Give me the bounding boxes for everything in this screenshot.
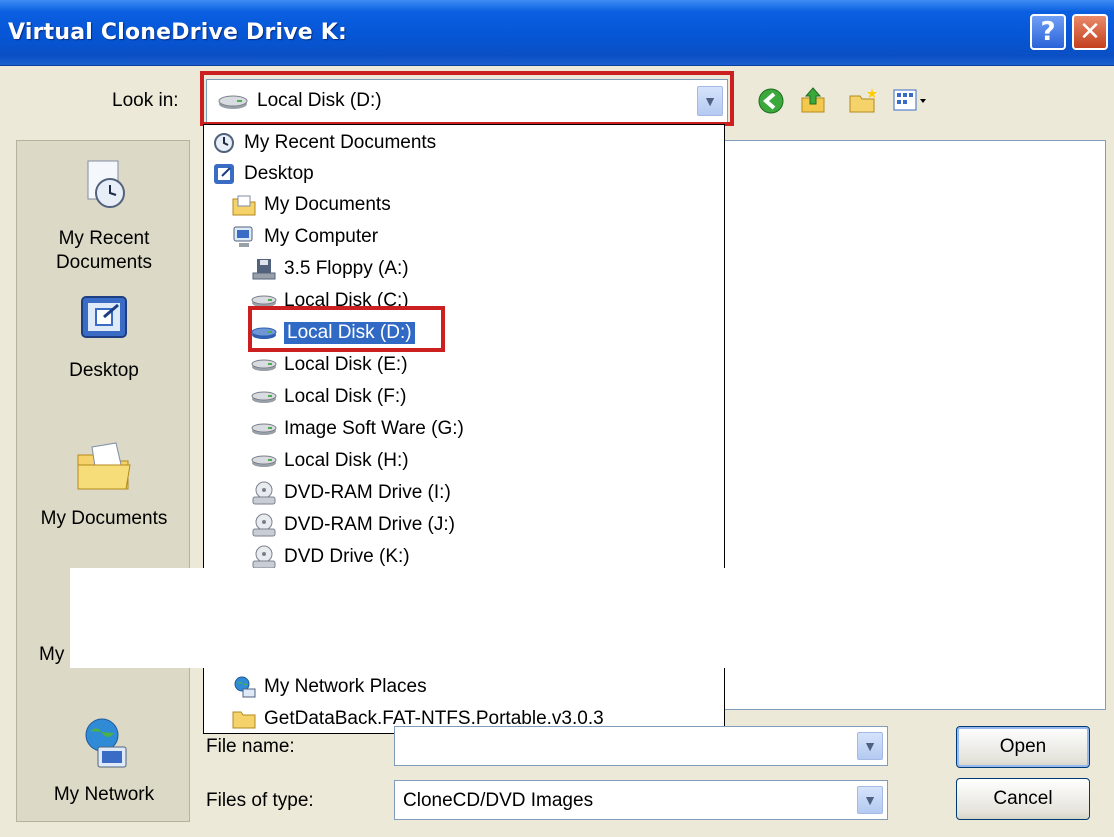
dropdown-item-label: My Computer [264, 226, 379, 247]
dropdown-item-label: My Network Places [264, 676, 427, 697]
dropdown-item-disk-h[interactable]: Local Disk (H:) [250, 445, 409, 477]
dropdown-item-dvd-ram-i[interactable]: DVD-RAM Drive (I:) [250, 477, 451, 509]
recent-documents-icon [74, 160, 134, 220]
file-name-input[interactable]: ▼ [394, 726, 888, 766]
chevron-down-icon[interactable]: ▼ [857, 786, 883, 814]
place-label: My Recent Documents [55, 228, 153, 273]
close-button[interactable]: ✕ [1072, 14, 1108, 50]
disk-icon [250, 289, 278, 313]
dropdown-item-label: 3.5 Floppy (A:) [284, 258, 409, 279]
places-bar: My Recent Documents Desktop My Documents… [16, 140, 190, 822]
up-folder-icon[interactable] [798, 86, 828, 121]
disk-icon [250, 321, 278, 345]
dropdown-item-network-places[interactable]: My Network Places [230, 671, 427, 703]
disk-icon [250, 417, 278, 441]
dropdown-item-label: Local Disk (D:) [284, 322, 415, 344]
chevron-down-icon[interactable]: ▼ [857, 732, 883, 760]
redacted-area [70, 568, 726, 668]
dropdown-item-my-documents[interactable]: My Documents [230, 189, 391, 221]
file-type-select[interactable]: CloneCD/DVD Images ▼ [394, 780, 888, 820]
place-label: My Documents [40, 508, 168, 529]
help-button[interactable]: ? [1030, 14, 1066, 50]
disk-icon [250, 385, 278, 409]
floppy-icon [250, 257, 278, 281]
look-in-value: Local Disk (D:) [257, 90, 382, 111]
dropdown-item-disk-d[interactable]: Local Disk (D:) [250, 317, 415, 349]
new-folder-icon[interactable] [848, 86, 880, 121]
place-label: My Network [53, 784, 155, 805]
back-icon[interactable] [756, 86, 786, 121]
dropdown-item-label: DVD Drive (K:) [284, 546, 410, 567]
place-my-network[interactable]: My Network [17, 711, 191, 807]
my-documents-icon [72, 442, 136, 502]
dropdown-item-label: Image Soft Ware (G:) [284, 418, 464, 439]
cancel-button[interactable]: Cancel [956, 778, 1090, 820]
dropdown-item-label: My Recent Documents [244, 132, 437, 153]
place-recent-documents[interactable]: My Recent Documents [17, 155, 191, 275]
view-menu-icon[interactable] [892, 86, 928, 121]
place-desktop[interactable]: Desktop [17, 289, 191, 383]
dropdown-item-label: Local Disk (E:) [284, 354, 408, 375]
place-label: Desktop [69, 360, 139, 381]
disk-icon [217, 93, 249, 116]
computer-icon [230, 225, 258, 249]
dropdown-item-image-software-g[interactable]: Image Soft Ware (G:) [250, 413, 464, 445]
dropdown-item-label: My Documents [264, 194, 391, 215]
open-button[interactable]: Open [956, 726, 1090, 768]
folder-documents-icon [230, 193, 258, 217]
folder-icon [230, 707, 258, 731]
dvd-icon [250, 481, 278, 505]
dvd-icon [250, 513, 278, 537]
dropdown-item-dvd-ram-j[interactable]: DVD-RAM Drive (J:) [250, 509, 455, 541]
file-type-value: CloneCD/DVD Images [403, 790, 594, 811]
dvd-icon [250, 545, 278, 569]
network-icon [72, 718, 136, 780]
window-title: Virtual CloneDrive Drive K: [8, 20, 348, 45]
look-in-combobox[interactable]: Local Disk (D:) ▼ [206, 79, 728, 123]
dropdown-item-label: Local Disk (H:) [284, 450, 409, 471]
title-bar: Virtual CloneDrive Drive K: ? ✕ [0, 0, 1114, 66]
dropdown-item-disk-c[interactable]: Local Disk (C:) [250, 285, 409, 317]
desktop-icon [210, 162, 238, 186]
desktop-icon [74, 296, 134, 354]
file-name-label: File name: [206, 736, 295, 757]
dropdown-item-disk-e[interactable]: Local Disk (E:) [250, 349, 408, 381]
dropdown-item-floppy-a[interactable]: 3.5 Floppy (A:) [250, 253, 409, 285]
dropdown-item-desktop[interactable]: Desktop [210, 158, 314, 190]
dropdown-item-label: Local Disk (C:) [284, 290, 409, 311]
dropdown-item-label: DVD-RAM Drive (J:) [284, 514, 455, 535]
dropdown-item-label: Local Disk (F:) [284, 386, 407, 407]
network-icon [230, 675, 258, 699]
disk-icon [250, 449, 278, 473]
recent-documents-icon [210, 131, 238, 155]
look-in-label: Look in: [112, 90, 179, 111]
dropdown-item-label: Desktop [244, 163, 314, 184]
dropdown-item-my-computer[interactable]: My Computer [230, 221, 378, 253]
file-type-label: Files of type: [206, 790, 314, 811]
dropdown-item-disk-f[interactable]: Local Disk (F:) [250, 381, 406, 413]
dropdown-item-label: DVD-RAM Drive (I:) [284, 482, 451, 503]
disk-icon [250, 353, 278, 377]
dropdown-item-recent-documents[interactable]: My Recent Documents [210, 127, 436, 159]
place-my-documents[interactable]: My Documents [17, 433, 191, 531]
chevron-down-icon[interactable]: ▼ [697, 86, 723, 116]
